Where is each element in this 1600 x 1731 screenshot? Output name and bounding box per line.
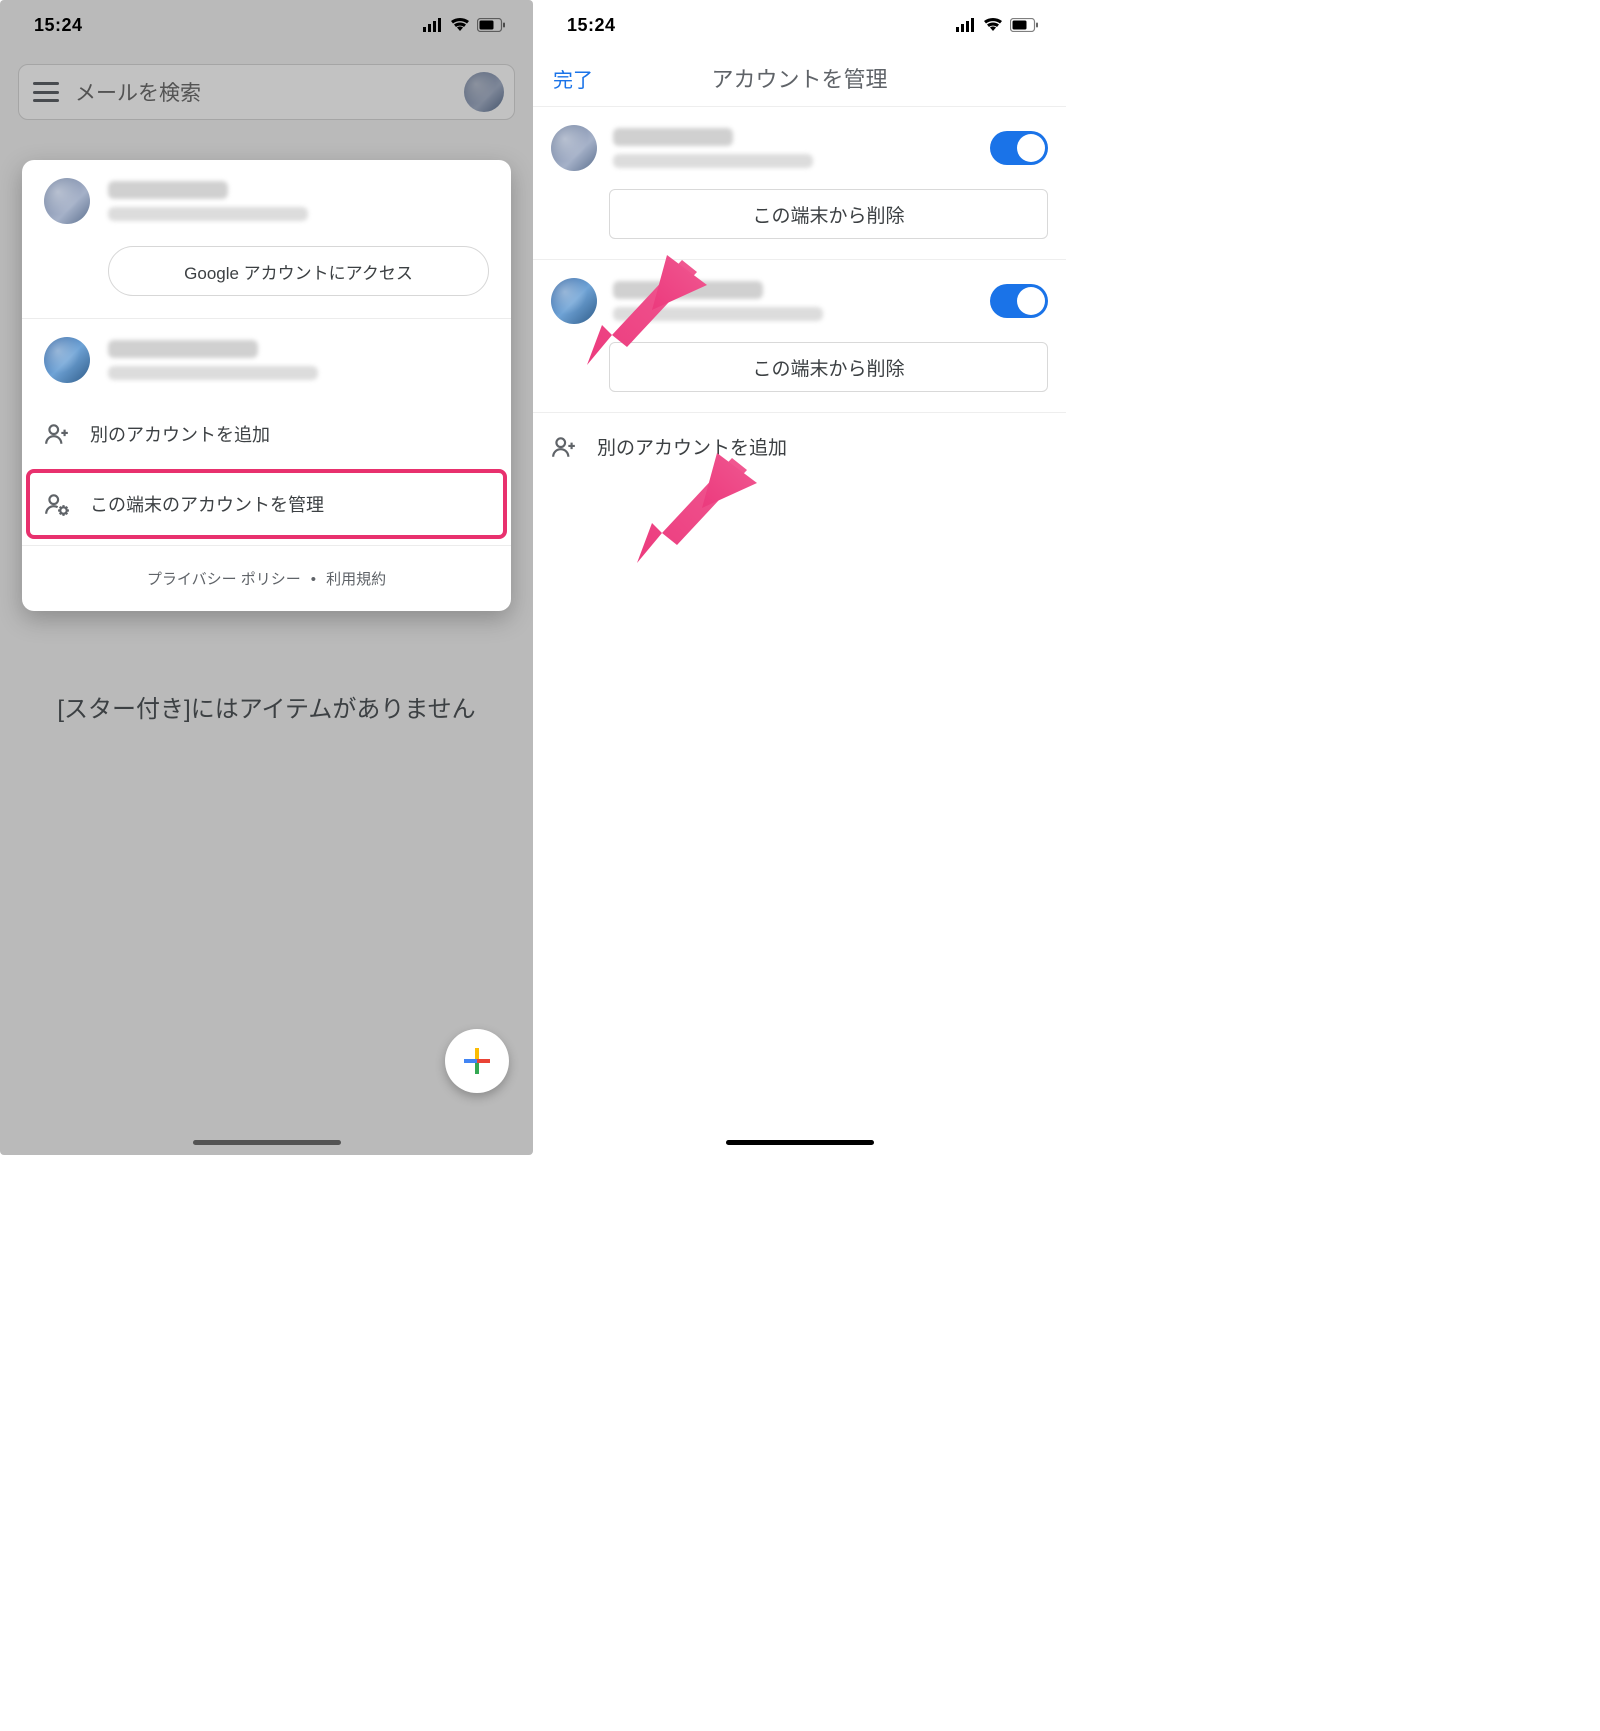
avatar: [551, 125, 597, 171]
policy-row: プライバシー ポリシー 利用規約: [22, 546, 511, 611]
account-section-1: この端末から削除: [533, 106, 1066, 239]
status-time: 15:24: [34, 15, 83, 36]
battery-icon: [1010, 18, 1038, 32]
terms-link[interactable]: 利用規約: [326, 571, 386, 588]
access-google-account-button[interactable]: Google アカウントにアクセス: [108, 246, 489, 296]
home-indicator: [726, 1140, 874, 1145]
menu-icon[interactable]: [33, 82, 59, 102]
account-row: [533, 107, 1066, 179]
battery-icon: [477, 18, 505, 32]
compose-fab[interactable]: [445, 1029, 509, 1093]
person-plus-icon: [44, 421, 70, 447]
add-account-row[interactable]: 別のアカウントを追加: [22, 401, 511, 467]
manage-accounts-label: この端末のアカウントを管理: [90, 491, 324, 517]
page-title: アカウントを管理: [711, 62, 887, 94]
search-bar[interactable]: メールを検索: [18, 64, 515, 120]
cellular-icon: [423, 18, 443, 32]
plus-icon: [464, 1048, 490, 1074]
delete-from-device-button[interactable]: この端末から削除: [609, 189, 1048, 239]
separator-dot: [301, 571, 326, 588]
avatar: [44, 178, 90, 224]
account-section-2: この端末から削除: [533, 259, 1066, 392]
account-text: [613, 281, 974, 321]
account-email-blurred: [108, 207, 308, 221]
left-phone-screen: 15:24 メールを検索 Google アカウントにアクセス: [0, 0, 533, 1155]
person-gear-icon: [44, 491, 70, 517]
account-name-blurred: [108, 340, 258, 358]
account-name-blurred: [613, 281, 763, 299]
privacy-policy-link[interactable]: プライバシー ポリシー: [147, 571, 301, 588]
right-phone-screen: 15:24 完了 アカウントを管理 この端末から削除: [533, 0, 1066, 1155]
account-sheet: Google アカウントにアクセス 別のアカウントを追加 この端末のアカウントを…: [22, 160, 511, 611]
account-text: [613, 128, 974, 168]
account-name-blurred: [108, 181, 228, 199]
cellular-icon: [956, 18, 976, 32]
avatar: [44, 337, 90, 383]
done-button[interactable]: 完了: [553, 64, 593, 93]
manage-accounts-header: 完了 アカウントを管理: [533, 50, 1066, 106]
delete-from-device-button[interactable]: この端末から削除: [609, 342, 1048, 392]
wifi-icon: [983, 18, 1003, 32]
status-bar: 15:24: [533, 0, 1066, 50]
empty-state-text: [スター付き]にはアイテムがありません: [0, 692, 533, 728]
avatar: [551, 278, 597, 324]
status-bar: 15:24: [0, 0, 533, 50]
status-time: 15:24: [567, 15, 616, 36]
manage-accounts-row[interactable]: この端末のアカウントを管理: [30, 473, 503, 535]
status-icons: [956, 18, 1038, 32]
account-toggle[interactable]: [990, 131, 1048, 165]
add-account-row[interactable]: 別のアカウントを追加: [533, 412, 1066, 480]
add-account-label: 別のアカウントを追加: [90, 421, 270, 447]
wifi-icon: [450, 18, 470, 32]
account-name-blurred: [613, 128, 733, 146]
status-icons: [423, 18, 505, 32]
current-account-row[interactable]: [22, 160, 511, 242]
account-text: [108, 181, 489, 221]
account-email-blurred: [613, 307, 823, 321]
account-email-blurred: [613, 154, 813, 168]
account-text: [108, 340, 489, 380]
account-toggle[interactable]: [990, 284, 1048, 318]
account-row: [533, 260, 1066, 332]
avatar[interactable]: [464, 72, 504, 112]
search-placeholder: メールを検索: [75, 77, 448, 107]
account-email-blurred: [108, 366, 318, 380]
other-account-row[interactable]: [22, 319, 511, 401]
add-account-label: 別のアカウントを追加: [597, 433, 787, 460]
home-indicator: [193, 1140, 341, 1145]
person-plus-icon: [551, 434, 577, 460]
